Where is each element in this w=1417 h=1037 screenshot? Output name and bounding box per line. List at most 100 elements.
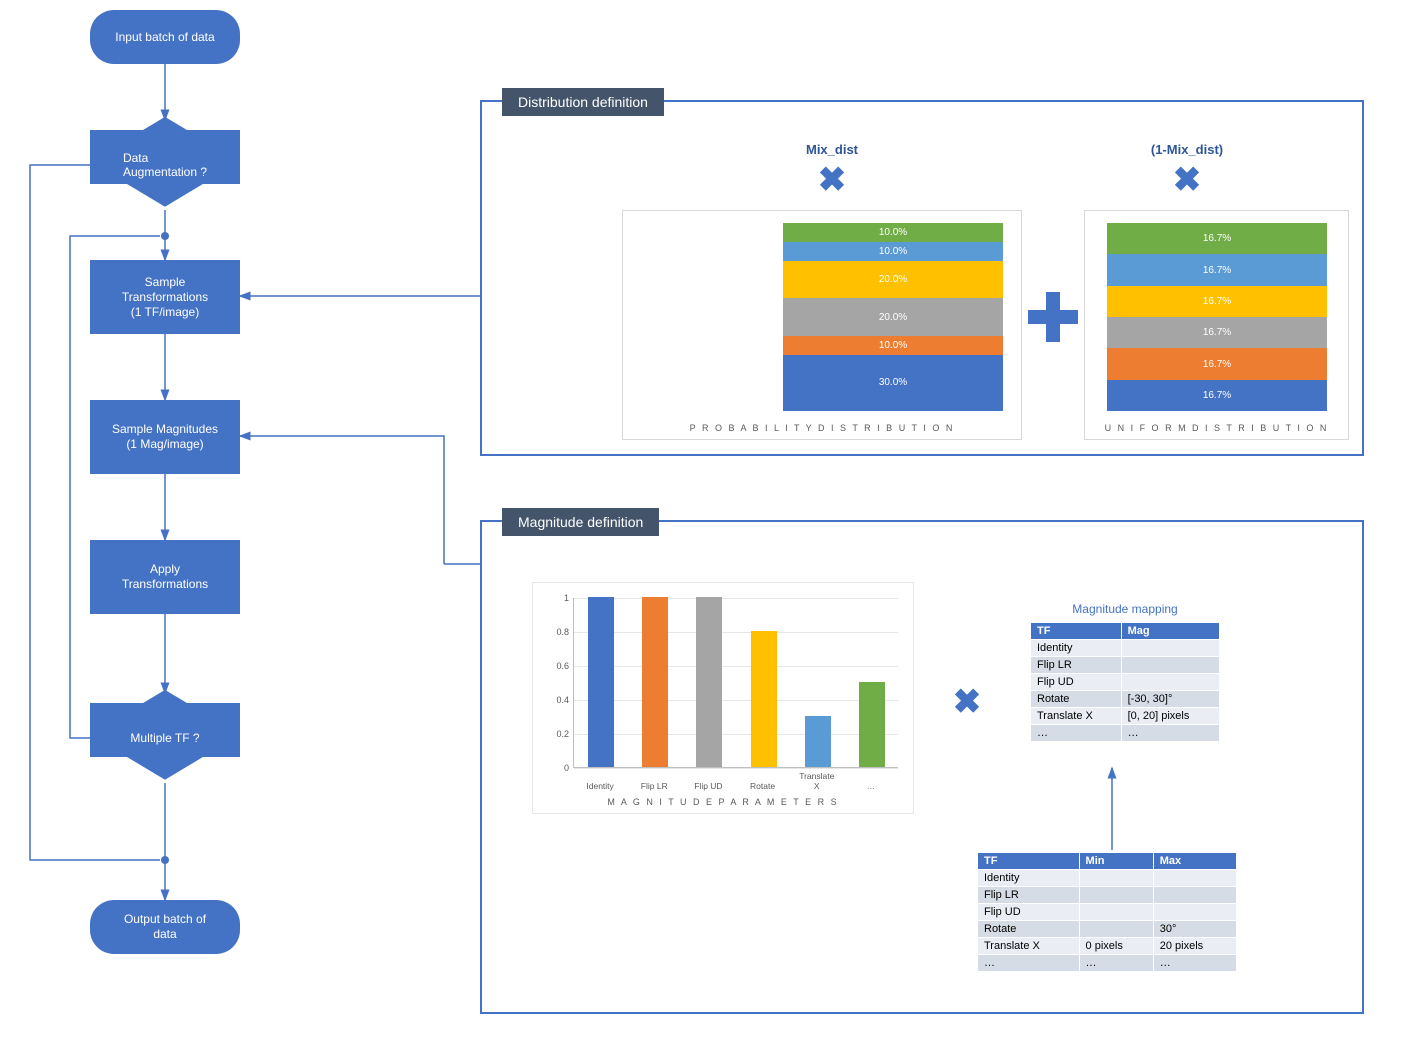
mapping-tbody: IdentityFlip LRFlip UDRotate[-30, 30]°Tr…	[1031, 640, 1220, 742]
multiply-icon-right: ✖	[1137, 160, 1237, 200]
bar-area	[573, 598, 898, 768]
x-label: Identity	[580, 781, 620, 791]
stack-segment: 10.0%	[783, 242, 1003, 261]
cell: Flip UD	[1031, 674, 1122, 691]
stack-segment: 20.0%	[783, 298, 1003, 336]
x-label: Flip LR	[634, 781, 674, 791]
bar	[696, 597, 722, 767]
y-tick: 1	[564, 593, 569, 603]
magnitude-range-table: TF Min Max IdentityFlip LRFlip UDRotate3…	[977, 852, 1237, 972]
table-row: Flip LR	[1031, 657, 1220, 674]
table-row: Translate X0 pixels20 pixels	[978, 938, 1237, 955]
cell: …	[1079, 955, 1153, 972]
multiply-icon-left: ✖	[782, 160, 882, 200]
cell	[1153, 870, 1236, 887]
stack-segment: 10.0%	[783, 223, 1003, 242]
input-terminator: Input batch of data	[90, 10, 240, 64]
panel-title: Magnitude definition	[502, 508, 659, 536]
x-label: …	[851, 781, 891, 791]
panel-title: Distribution definition	[502, 88, 664, 116]
table-row: Identity	[1031, 640, 1220, 657]
decision-multiple-tf: Multiple TF ?	[90, 693, 240, 783]
stack-segment: 16.7%	[1107, 348, 1327, 379]
distribution-definition-panel: Distribution definition Mix_dist ✖ (1-Mi…	[480, 100, 1364, 456]
decision-data-augmentation: Data Augmentation ?	[90, 120, 240, 210]
th-tf: TF	[1031, 623, 1122, 640]
stack-segment: 30.0%	[783, 355, 1003, 411]
x-label: Flip UD	[688, 781, 728, 791]
table-row: Translate X[0, 20] pixels	[1031, 708, 1220, 725]
stack-segment: 20.0%	[783, 261, 1003, 299]
cell: …	[1121, 725, 1219, 742]
table-row: Rotate[-30, 30]°	[1031, 691, 1220, 708]
cell: …	[1031, 725, 1122, 742]
cell: Translate X	[978, 938, 1080, 955]
x-label: Translate X	[797, 771, 837, 791]
cell	[1121, 657, 1219, 674]
bar	[751, 631, 777, 767]
stack-col-1: 10.0%10.0%20.0%20.0%10.0%30.0%	[783, 223, 1003, 411]
range-tbody: IdentityFlip LRFlip UDRotate30°Translate…	[978, 870, 1237, 972]
stack-segment: 16.7%	[1107, 223, 1327, 254]
label: Data Augmentation ?	[123, 151, 207, 179]
y-tick: 0.8	[556, 627, 569, 637]
y-tick: 0.6	[556, 661, 569, 671]
multiply-icon-mag: ✖	[937, 682, 997, 722]
cell: 0 pixels	[1079, 938, 1153, 955]
stack-col-2: 16.7%16.7%16.7%16.7%16.7%16.7%	[1107, 223, 1327, 411]
magnitude-mapping-table: TF Mag IdentityFlip LRFlip UDRotate[-30,…	[1030, 622, 1220, 742]
cell: Flip UD	[978, 904, 1080, 921]
uniform-distribution-chart: 16.7%16.7%16.7%16.7%16.7%16.7% U N I F O…	[1084, 210, 1349, 440]
table-row: Rotate30°	[978, 921, 1237, 938]
cell: 20 pixels	[1153, 938, 1236, 955]
y-tick: 0.2	[556, 729, 569, 739]
cell	[1079, 904, 1153, 921]
cell	[1153, 904, 1236, 921]
stack-segment: 10.0%	[783, 336, 1003, 355]
label: Output batch of data	[124, 912, 206, 942]
bar	[859, 682, 885, 767]
stack-segment: 16.7%	[1107, 380, 1327, 411]
bar	[642, 597, 668, 767]
stack-segment: 16.7%	[1107, 286, 1327, 317]
label: Apply Transformations	[122, 562, 208, 592]
label: Sample Magnitudes (1 Mag/image)	[112, 422, 218, 452]
table-row: Flip UD	[1031, 674, 1220, 691]
cell: [-30, 30]°	[1121, 691, 1219, 708]
label: Sample Transformations (1 TF/image)	[122, 275, 208, 320]
th-tf: TF	[978, 853, 1080, 870]
table-row: ……	[1031, 725, 1220, 742]
cell: Translate X	[1031, 708, 1122, 725]
cell: Identity	[978, 870, 1080, 887]
process-sample-magnitudes: Sample Magnitudes (1 Mag/image)	[90, 400, 240, 474]
table-row: Flip UD	[978, 904, 1237, 921]
table-row: Flip LR	[978, 887, 1237, 904]
cell	[1121, 640, 1219, 657]
cell: …	[978, 955, 1080, 972]
cell	[1153, 887, 1236, 904]
stack-segment: 16.7%	[1107, 317, 1327, 348]
chart-caption-2: U N I F O R M D I S T R I B U T I O N	[1085, 423, 1348, 433]
bar	[805, 716, 831, 767]
cell	[1079, 870, 1153, 887]
output-terminator: Output batch of data	[90, 900, 240, 954]
magnitude-bar-chart: M A G N I T U D E P A R A M E T E R S 00…	[532, 582, 914, 814]
magnitude-definition-panel: Magnitude definition M A G N I T U D E P…	[480, 520, 1364, 1014]
chart-caption-1: P R O B A B I L I T Y D I S T R I B U T …	[623, 423, 1021, 433]
label: Input batch of data	[115, 30, 214, 45]
cell: 30°	[1153, 921, 1236, 938]
x-label: Rotate	[743, 781, 783, 791]
label: Multiple TF ?	[130, 731, 199, 745]
plus-icon	[1028, 292, 1078, 342]
th-mag: Mag	[1121, 623, 1219, 640]
cell	[1079, 921, 1153, 938]
y-tick: 0	[564, 763, 569, 773]
cell: [0, 20] pixels	[1121, 708, 1219, 725]
magnitude-mapping-title: Magnitude mapping	[1030, 602, 1220, 616]
process-sample-transformations: Sample Transformations (1 TF/image)	[90, 260, 240, 334]
up-arrow-icon	[1092, 762, 1132, 852]
cell: Flip LR	[1031, 657, 1122, 674]
stack-segment: 16.7%	[1107, 254, 1327, 285]
table-row: ………	[978, 955, 1237, 972]
cell: …	[1153, 955, 1236, 972]
